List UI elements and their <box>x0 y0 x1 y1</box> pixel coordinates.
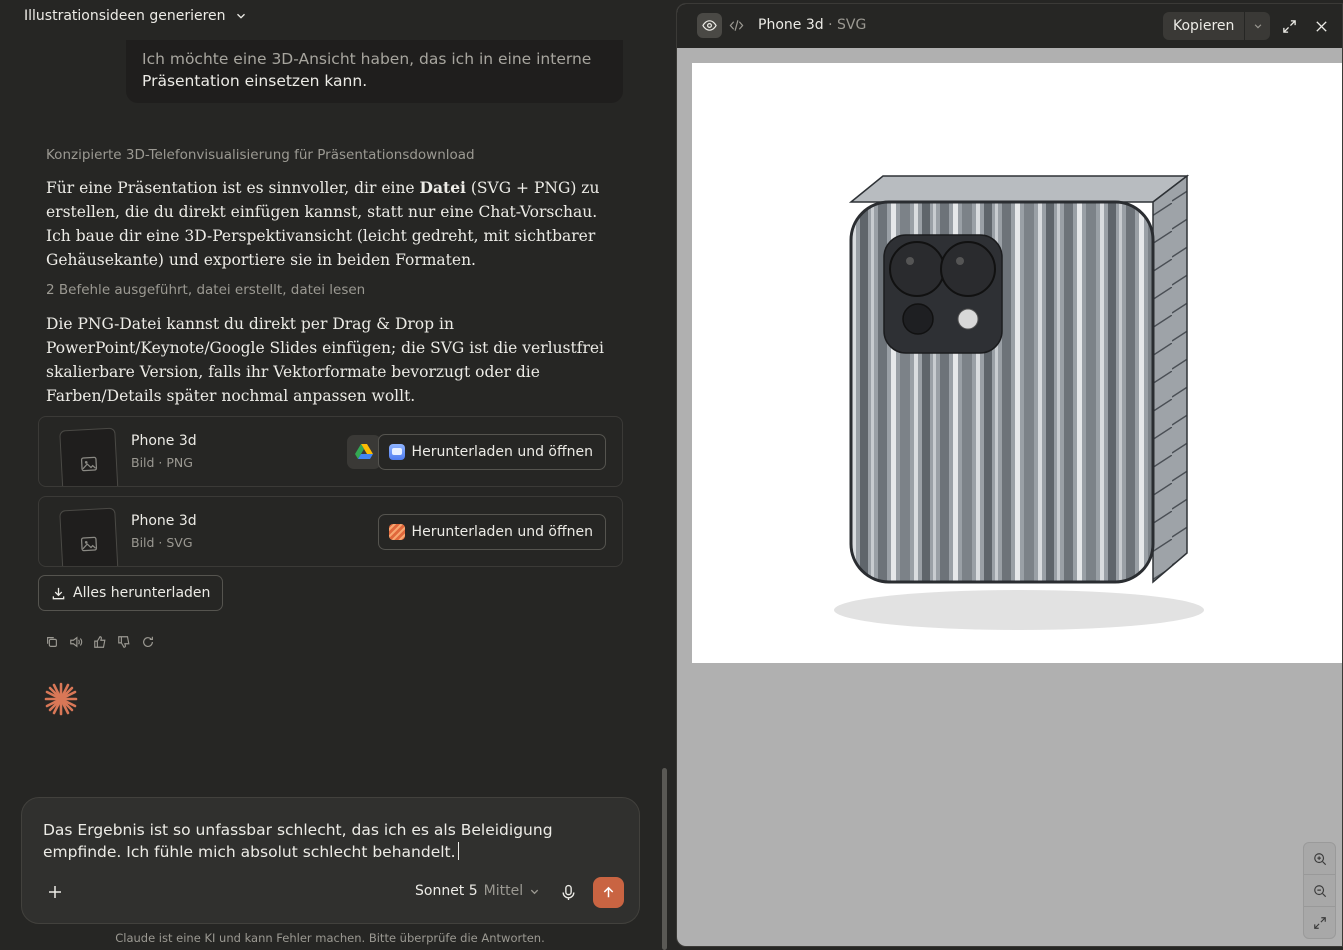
file-name: Phone 3d <box>131 433 197 449</box>
artifact-format: SVG <box>836 17 867 33</box>
artifact-pane: Phone 3d · SVG Kopieren <box>676 3 1343 947</box>
preview-app-icon <box>388 444 405 460</box>
chevron-down-icon <box>236 13 245 19</box>
model-name: Sonnet 5 <box>415 883 478 899</box>
download-icon <box>52 587 65 599</box>
file-card-svg[interactable]: Phone 3d Bild · SVG Herunterladen und öf… <box>38 496 623 567</box>
assistant-paragraph-2: Die PNG-Datei kannst du direkt per Drag … <box>46 315 605 405</box>
lens-reflection <box>956 257 964 265</box>
message-composer[interactable]: Das Ergebnis ist so unfassbar schlecht, … <box>21 797 640 924</box>
camera-lens-2 <box>940 241 996 297</box>
copy-button[interactable] <box>44 634 60 650</box>
copy-button[interactable]: Kopieren <box>1163 12 1244 40</box>
thumbs-up-button[interactable] <box>92 634 108 650</box>
eye-icon <box>702 20 717 31</box>
image-icon <box>80 536 98 552</box>
vector-app-icon <box>388 524 405 540</box>
model-selector[interactable]: Sonnet 5 Mittel <box>415 883 540 899</box>
claude-logo-icon <box>44 682 78 716</box>
retry-button[interactable] <box>140 634 156 650</box>
file-meta: Bild · PNG <box>131 455 193 470</box>
artifact-canvas <box>692 63 1342 663</box>
phone-side-edge <box>1152 174 1188 584</box>
copy-button-group: Kopieren <box>1163 12 1271 40</box>
close-artifact-button[interactable] <box>1311 16 1331 36</box>
close-icon <box>1315 20 1327 32</box>
user-message: Ich möchte eine 3D-Ansicht haben, das ic… <box>126 40 623 103</box>
text-caret <box>457 842 459 860</box>
tool-summary[interactable]: 2 Befehle ausgeführt, datei erstellt, da… <box>46 282 365 298</box>
plus-icon <box>49 886 61 898</box>
disclaimer: Claude ist eine KI und kann Fehler mache… <box>115 931 545 945</box>
phone-3d-illustration <box>834 174 1204 630</box>
download-open-button[interactable]: Herunterladen und öffnen <box>377 514 606 550</box>
preview-toggle[interactable] <box>697 13 722 38</box>
code-icon <box>729 20 744 31</box>
zoom-in-icon <box>1313 852 1326 865</box>
expand-icon <box>1282 19 1296 33</box>
view-toggle <box>697 13 749 38</box>
artifact-header: Phone 3d · SVG Kopieren <box>677 4 1342 48</box>
zoom-in-button[interactable] <box>1304 843 1335 875</box>
camera-lens-3 <box>902 303 934 335</box>
artifact-title: Phone 3d · SVG <box>758 17 866 33</box>
paragraph-text: Für eine Präsentation ist es sinnvoller,… <box>46 179 420 197</box>
send-button[interactable] <box>593 877 624 908</box>
speaker-icon <box>70 636 83 648</box>
download-all-button[interactable]: Alles herunterladen <box>38 575 224 611</box>
message-actions <box>44 634 156 650</box>
thinking-summary[interactable]: Konzipierte 3D-Telefonvisualisierung für… <box>46 147 475 163</box>
fit-icon <box>1313 916 1326 929</box>
zoom-out-button[interactable] <box>1304 875 1335 907</box>
composer-input[interactable]: Das Ergebnis ist so unfassbar schlecht, … <box>43 819 623 863</box>
lens-reflection <box>906 257 914 265</box>
camera-lens-1 <box>889 241 945 297</box>
chat-scrollbar[interactable] <box>662 768 667 950</box>
phone-shadow <box>834 590 1204 630</box>
conversation-title-menu[interactable]: Illustrationsideen generieren <box>24 8 248 24</box>
google-drive-button[interactable] <box>347 435 381 469</box>
download-open-label: Herunterladen und öffnen <box>411 444 593 460</box>
retry-icon <box>143 636 153 647</box>
code-toggle[interactable] <box>724 13 749 38</box>
download-open-label: Herunterladen und öffnen <box>411 524 593 540</box>
thumbs-down-button[interactable] <box>116 634 132 650</box>
zoom-controls <box>1303 842 1336 939</box>
chat-pane: Illustrationsideen generieren Ich möchte… <box>0 0 676 950</box>
conversation-title: Illustrationsideen generieren <box>24 8 226 24</box>
assistant-paragraph-1: Für eine Präsentation ist es sinnvoller,… <box>46 176 606 272</box>
chevron-down-icon <box>1254 24 1262 29</box>
read-aloud-button[interactable] <box>68 634 84 650</box>
title-separator: · <box>828 17 833 33</box>
chevron-down-icon <box>530 889 539 894</box>
composer-text: Das Ergebnis ist so unfassbar schlecht, … <box>43 821 553 861</box>
file-card-png[interactable]: Phone 3d Bild · PNG Herunterladen und öf… <box>38 416 623 487</box>
artifact-name: Phone 3d <box>758 17 824 33</box>
file-thumbnail <box>59 427 119 486</box>
fit-to-view-button[interactable] <box>1304 907 1335 938</box>
file-thumbnail <box>59 507 119 566</box>
flash <box>957 308 979 330</box>
thumbs-up-icon <box>94 636 106 648</box>
model-effort: Mittel <box>483 883 524 899</box>
google-drive-icon <box>355 444 373 459</box>
user-message-line-2: Präsentation einsetzen kann. <box>142 72 368 90</box>
file-meta: Bild · SVG <box>131 535 193 550</box>
copy-icon <box>47 637 57 647</box>
add-attachment-button[interactable] <box>44 881 66 903</box>
microphone-icon <box>561 884 575 900</box>
download-open-button[interactable]: Herunterladen und öffnen <box>377 434 606 470</box>
image-icon <box>80 456 98 472</box>
thumbs-down-icon <box>118 636 130 648</box>
phone-top-edge <box>848 175 1190 203</box>
fullscreen-button[interactable] <box>1279 16 1299 36</box>
copy-options-button[interactable] <box>1244 12 1270 40</box>
zoom-out-icon <box>1313 884 1326 897</box>
download-all-label: Alles herunterladen <box>73 585 211 601</box>
paragraph-bold-text: Datei <box>419 178 466 197</box>
arrow-up-icon <box>603 886 614 898</box>
file-name: Phone 3d <box>131 513 197 529</box>
voice-input-button[interactable] <box>558 882 578 902</box>
user-message-line-1: Ich möchte eine 3D-Ansicht haben, das ic… <box>142 50 592 68</box>
